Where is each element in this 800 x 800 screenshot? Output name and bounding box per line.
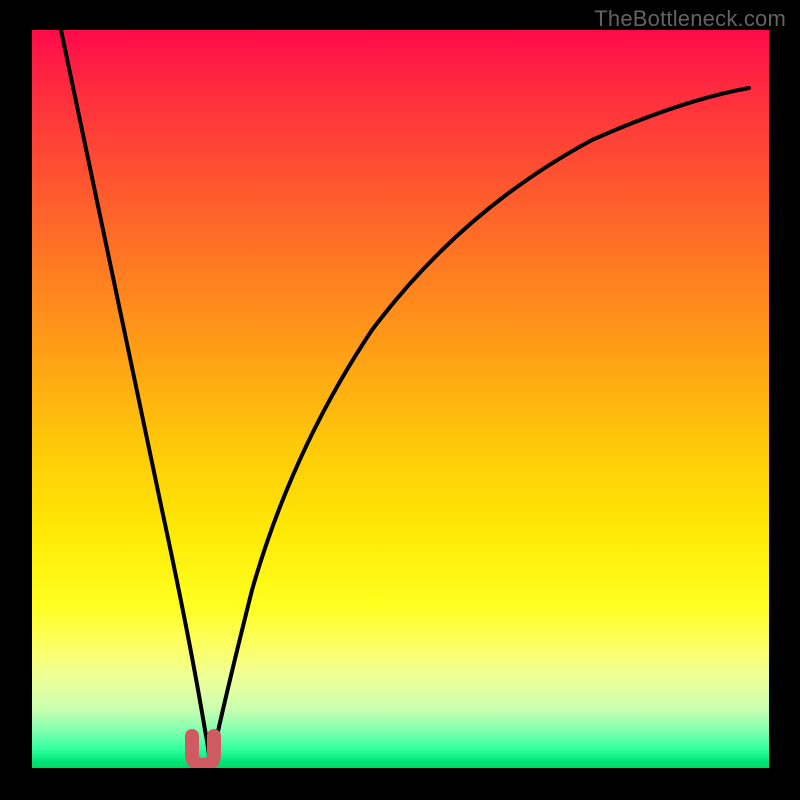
watermark-text: TheBottleneck.com bbox=[594, 6, 786, 32]
left-curve bbox=[61, 30, 210, 768]
right-curve bbox=[210, 88, 749, 768]
optimal-point-u-marker bbox=[192, 736, 214, 765]
bottleneck-curves bbox=[32, 30, 769, 768]
